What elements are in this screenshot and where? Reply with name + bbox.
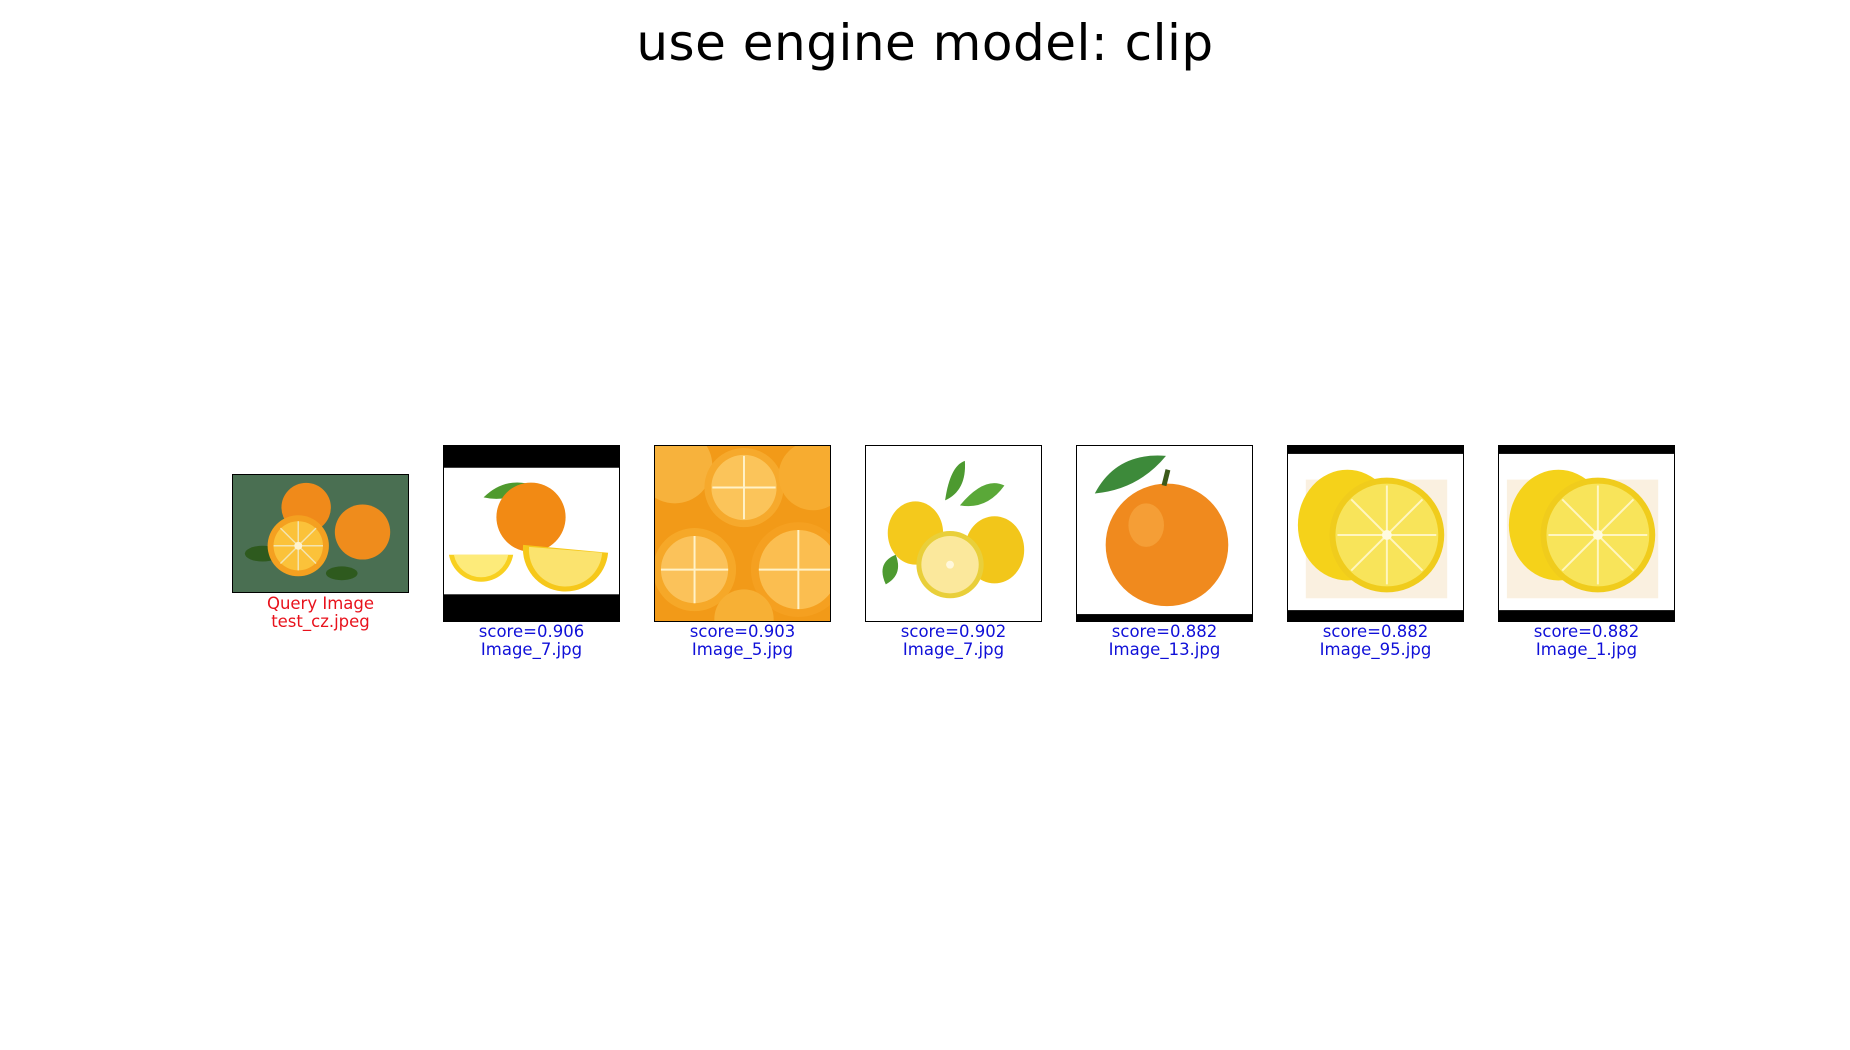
result-image <box>1076 445 1253 622</box>
result-image <box>654 445 831 622</box>
orange-with-lemon-slices-thumbnail <box>444 446 619 621</box>
oranges-on-green-thumbnail <box>233 475 408 592</box>
orange-slices-thumbnail <box>655 446 830 621</box>
query-label: Query Image <box>266 594 375 613</box>
result-score: score=0.882 <box>1111 622 1218 641</box>
result-filename: Image_7.jpg <box>480 640 583 659</box>
lemon-half-thumbnail <box>1499 446 1674 621</box>
result-image <box>865 445 1042 622</box>
result-score: score=0.906 <box>478 622 585 641</box>
page-title: use engine model: clip <box>636 14 1214 72</box>
result-image <box>1287 445 1464 622</box>
query-image <box>232 474 409 593</box>
result-caption: score=0.882 Image_95.jpg <box>1267 623 1484 659</box>
result-score: score=0.882 <box>1533 622 1640 641</box>
result-filename: Image_95.jpg <box>1319 640 1432 659</box>
query-filename: test_cz.jpeg <box>271 612 370 631</box>
result-image <box>1498 445 1675 622</box>
lemons-with-leaves-thumbnail <box>866 446 1041 621</box>
result-filename: Image_13.jpg <box>1108 640 1221 659</box>
result-caption: score=0.906 Image_7.jpg <box>423 623 640 659</box>
result-caption: score=0.882 Image_1.jpg <box>1478 623 1695 659</box>
lemon-half-thumbnail <box>1288 446 1463 621</box>
result-filename: Image_1.jpg <box>1535 640 1638 659</box>
query-caption: Query Image test_cz.jpeg <box>212 595 429 631</box>
result-filename: Image_5.jpg <box>691 640 794 659</box>
result-image <box>443 445 620 622</box>
result-caption: score=0.903 Image_5.jpg <box>634 623 851 659</box>
result-caption: score=0.882 Image_13.jpg <box>1056 623 1273 659</box>
result-score: score=0.903 <box>689 622 796 641</box>
single-orange-thumbnail <box>1077 446 1252 621</box>
result-score: score=0.902 <box>900 622 1007 641</box>
result-score: score=0.882 <box>1322 622 1429 641</box>
result-caption: score=0.902 Image_7.jpg <box>845 623 1062 659</box>
result-filename: Image_7.jpg <box>902 640 1005 659</box>
